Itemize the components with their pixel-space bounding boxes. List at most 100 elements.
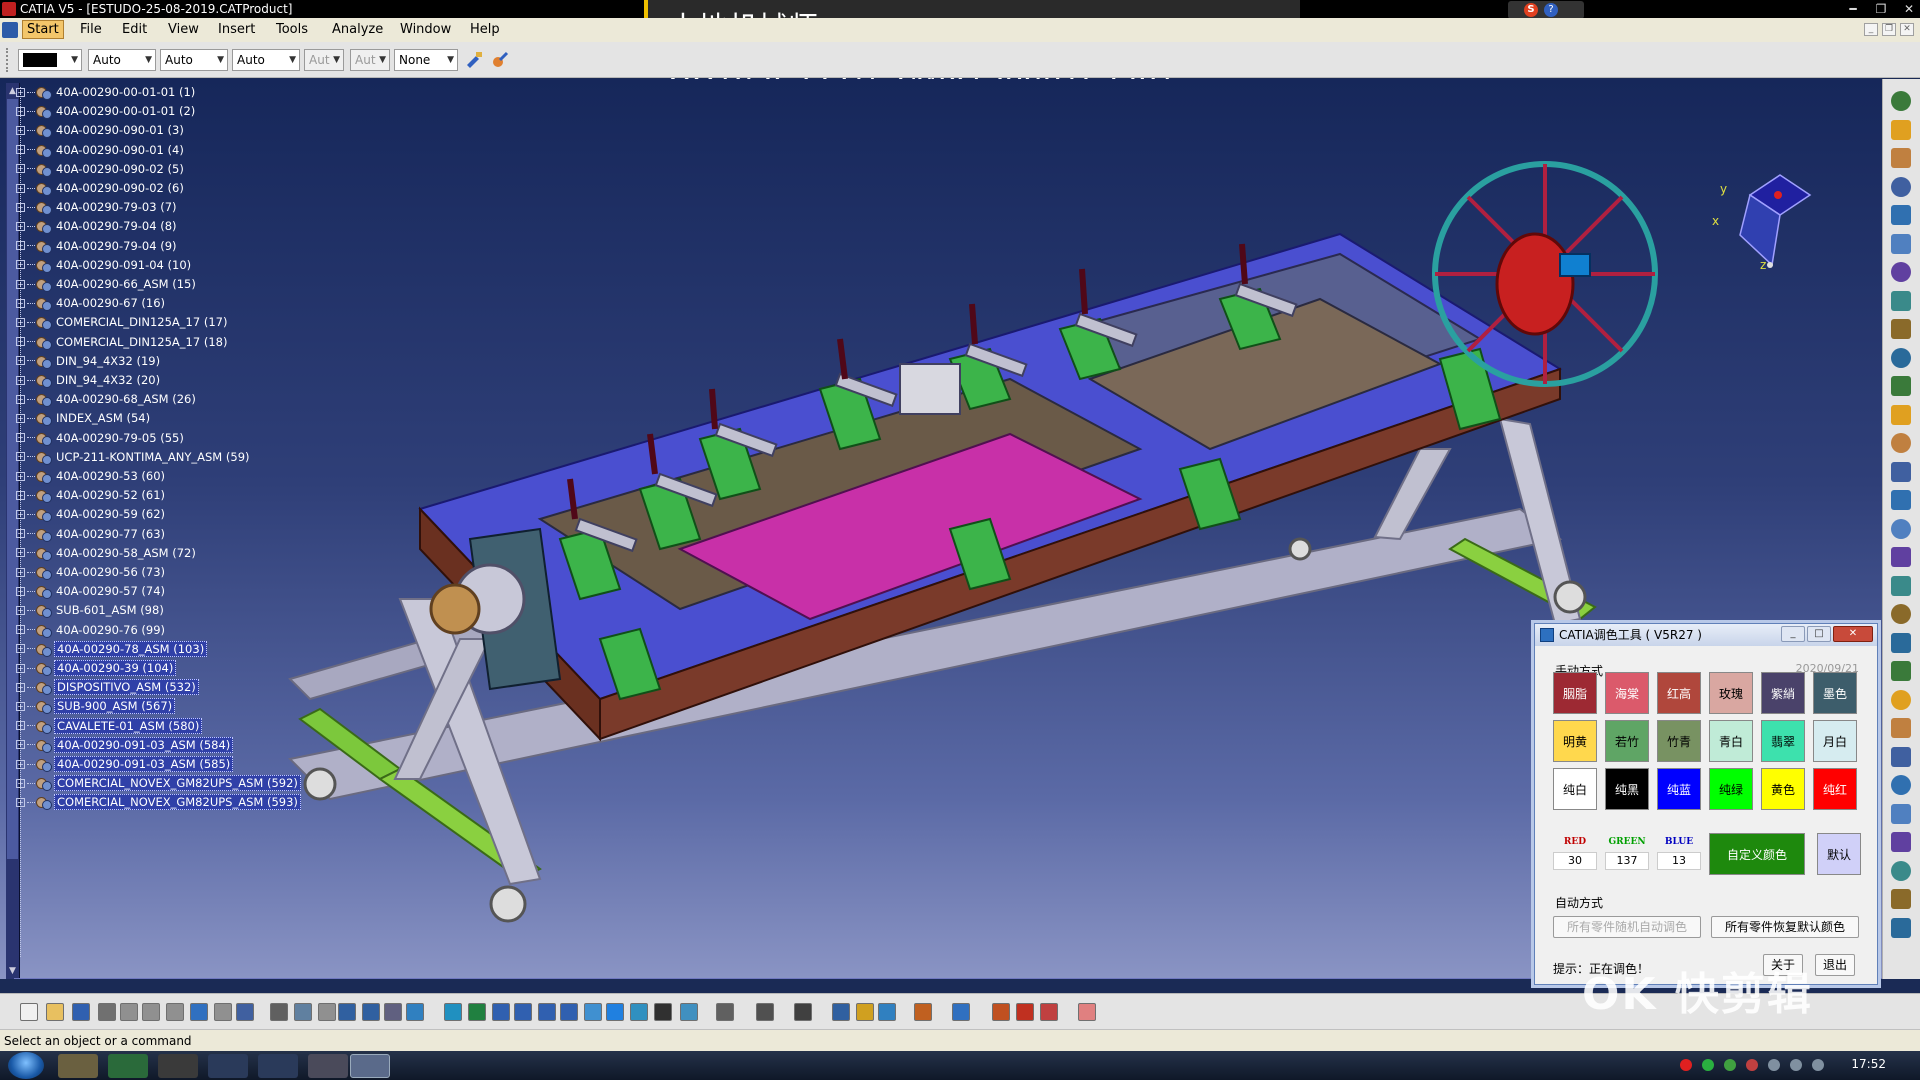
expand-icon[interactable]: + (16, 471, 25, 481)
zoom-in-icon[interactable] (538, 1003, 556, 1021)
publish-icon[interactable] (1891, 689, 1911, 710)
table-icon[interactable] (338, 1003, 356, 1021)
distance-icon[interactable] (1891, 575, 1911, 596)
tree-node[interactable]: + COMERCIAL_NOVEX_GM82UPS_ASM (593) (16, 793, 301, 811)
expand-icon[interactable]: + (16, 125, 25, 135)
apply-material-icon[interactable] (1016, 1003, 1034, 1021)
tray-network-icon[interactable] (1724, 1059, 1736, 1071)
product-icon[interactable] (35, 104, 52, 120)
expand-icon[interactable]: + (16, 682, 25, 692)
tree-node-label[interactable]: SUB-900_ASM (567) (54, 698, 176, 715)
constraint-icon[interactable] (1891, 176, 1911, 197)
angle-icon[interactable] (1891, 319, 1911, 339)
tree-node-label[interactable]: COMERCIAL_NOVEX_GM82UPS_ASM (593) (54, 794, 301, 811)
layer-combo[interactable]: None ▼ (394, 49, 458, 71)
tree-node[interactable]: +40A-00290-79-05 (55) (16, 429, 186, 447)
swap-icon[interactable] (680, 1003, 698, 1021)
tree-node[interactable]: +40A-00290-090-02 (5) (16, 160, 186, 178)
tree-node[interactable]: +40A-00290-091-04 (10) (16, 256, 193, 274)
color-swatch-button[interactable]: 明黄 (1553, 720, 1597, 762)
tree-icon[interactable] (362, 1003, 380, 1021)
tree-node[interactable]: +40A-00290-76 (99) (16, 621, 167, 639)
compass-widget[interactable]: y x z (1710, 165, 1820, 275)
tree-node-label[interactable]: 40A-00290-091-04 (10) (54, 258, 193, 272)
menu-file[interactable]: File (80, 22, 102, 37)
tree-node-label[interactable]: CAVALETE-01_ASM (580) (54, 717, 203, 734)
expand-icon[interactable]: + (16, 663, 25, 673)
menu-analyze[interactable]: Analyze (332, 22, 383, 37)
sogou-icon[interactable]: S (1524, 3, 1538, 17)
expand-icon[interactable]: + (16, 241, 25, 251)
random-color-button[interactable]: 所有零件随机自动调色 (1553, 916, 1701, 938)
tree-node[interactable]: + COMERCIAL_DIN125A_17 (18) (16, 333, 229, 351)
color-swatch-button[interactable]: 月白 (1813, 720, 1857, 762)
tree-node-label[interactable]: 40A-00290-090-02 (5) (54, 162, 186, 176)
product-icon[interactable] (35, 757, 52, 772)
tree-node[interactable]: + CAVALETE-01_ASM (580) (16, 717, 203, 735)
expand-icon[interactable]: + (16, 375, 25, 385)
color-swatch-button[interactable]: 纯白 (1553, 768, 1597, 810)
tree-node-label[interactable]: COMERCIAL_NOVEX_GM82UPS_ASM (592) (54, 775, 301, 792)
point-type-combo[interactable]: Aut ▼ (304, 49, 344, 71)
explode-icon[interactable] (1891, 433, 1911, 453)
menu-window[interactable]: Window (400, 22, 451, 37)
taskbar-app-icon[interactable] (108, 1054, 148, 1078)
tree-node-label[interactable]: SUB-601_ASM (98) (54, 603, 166, 617)
compass-snap-icon[interactable] (1891, 148, 1911, 168)
color-swatch-button[interactable]: 玫瑰 (1709, 672, 1753, 714)
color-combo[interactable]: ▼ (18, 49, 82, 71)
tree-node-label[interactable]: 40A-00290-56 (73) (54, 565, 167, 579)
scene-icon[interactable] (1891, 718, 1911, 738)
menu-view[interactable]: View (168, 22, 199, 37)
tree-node-label[interactable]: 40A-00290-090-02 (6) (54, 181, 186, 195)
expand-icon[interactable]: + (16, 644, 25, 654)
product-icon[interactable] (35, 335, 52, 350)
document-icon[interactable] (2, 22, 18, 38)
product-icon[interactable] (35, 315, 52, 331)
tray-volume-icon[interactable] (1746, 1059, 1758, 1071)
color-swatch-button[interactable]: 纯黑 (1605, 768, 1649, 810)
taskbar-media-icon[interactable] (158, 1054, 198, 1078)
product-icon[interactable] (35, 200, 52, 216)
numbering-icon[interactable] (1891, 860, 1911, 881)
tree-node-label[interactable]: COMERCIAL_DIN125A_17 (17) (54, 315, 229, 329)
dialog-maximize-button[interactable]: □ (1807, 626, 1831, 642)
product-icon[interactable] (35, 546, 52, 561)
pan-icon[interactable] (492, 1003, 510, 1021)
rendering-combo[interactable]: Aut ▼ (350, 49, 390, 71)
inertia-icon[interactable] (856, 1003, 874, 1021)
tree-node-label[interactable]: 40A-00290-59 (62) (54, 507, 167, 521)
expand-icon[interactable]: + (16, 260, 25, 270)
expand-icon[interactable]: + (16, 202, 25, 212)
replace-icon[interactable] (1891, 775, 1911, 795)
tree-node[interactable]: +40A-00290-090-02 (6) (16, 179, 186, 197)
tree-node[interactable]: +40A-00290-57 (74) (16, 582, 167, 600)
product-icon[interactable] (35, 680, 52, 696)
expand-icon[interactable]: + (16, 759, 25, 769)
menu-start[interactable]: Start (22, 20, 64, 39)
tree-node[interactable]: +40A-00290-091-03_ASM (584) (16, 736, 234, 754)
plane-icon[interactable] (952, 1003, 970, 1021)
select-icon[interactable] (1891, 119, 1911, 140)
offset-icon[interactable] (1891, 290, 1911, 311)
ime-toolbar[interactable]: S? (1508, 1, 1584, 19)
rotate-icon[interactable] (1891, 91, 1911, 111)
expand-icon[interactable]: + (16, 145, 25, 155)
coincidence-icon[interactable] (1891, 233, 1911, 254)
red-input[interactable]: 30 (1553, 852, 1597, 870)
tree-node[interactable]: +40A-00290-091-03_ASM (585) (16, 755, 234, 773)
tree-node[interactable]: +40A-00290-090-01 (3) (16, 121, 186, 139)
expand-icon[interactable]: + (16, 337, 25, 347)
update-icon[interactable] (1891, 404, 1911, 425)
product-icon[interactable] (35, 450, 52, 465)
tree-node-label[interactable]: 40A-00290-58_ASM (72) (54, 546, 198, 560)
expand-icon[interactable]: + (16, 87, 25, 97)
tree-node-label[interactable]: 40A-00290-57 (74) (54, 584, 167, 598)
expand-icon[interactable]: + (16, 605, 25, 615)
tree-node[interactable]: + DIN_94_4X32 (19) (16, 352, 162, 370)
expand-icon[interactable]: + (16, 164, 25, 174)
product-icon[interactable] (35, 699, 52, 715)
product-icon[interactable] (35, 392, 52, 408)
tree-node-label[interactable]: 40A-00290-66_ASM (15) (54, 277, 198, 291)
redo-icon[interactable] (214, 1003, 232, 1021)
